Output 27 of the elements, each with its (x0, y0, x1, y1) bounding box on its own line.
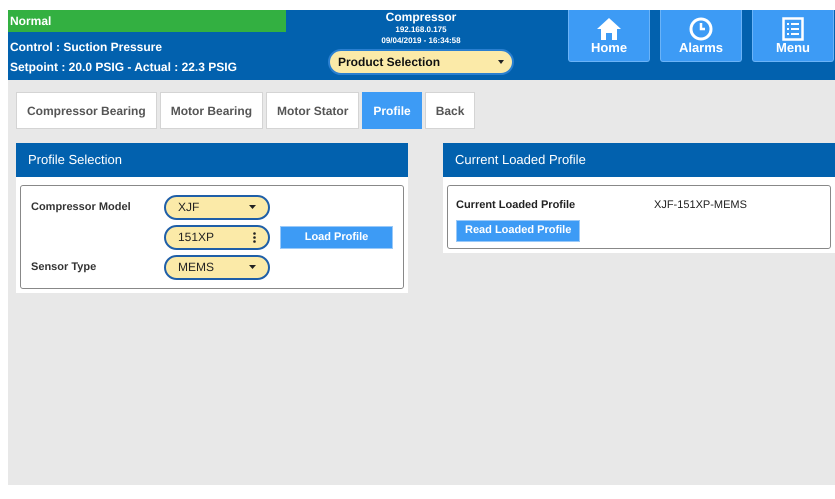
caret-icon (498, 60, 504, 64)
tab[interactable]: Compressor Bearing (16, 92, 157, 129)
number-spinner[interactable]: 151XP (164, 224, 270, 250)
date-time: 09/04/2019 - 16:34:58 (381, 36, 461, 46)
panel-header: Current Loaded Profile (443, 143, 835, 177)
caret-icon (249, 205, 256, 209)
status-bar: Normal (8, 10, 286, 32)
ip-address: 192.168.0.175 (395, 24, 447, 36)
home-icon (596, 16, 622, 40)
tab[interactable]: Motor Stator (266, 92, 360, 129)
panel-header: Profile Selection (16, 143, 408, 177)
setpoint-text: Setpoint : 20.0 PSIG - Actual : 22.3 PSIG (10, 59, 238, 76)
field-label: Sensor Type (31, 260, 96, 273)
field-label: Compressor Model (31, 200, 131, 213)
clock-icon (689, 16, 713, 40)
profile-value: XJF-151XP-MEMS (654, 198, 747, 213)
profile-label: Current Loaded Profile (456, 198, 576, 213)
dropdown[interactable]: XJF (164, 194, 270, 220)
tab[interactable]: Motor Bearing (160, 92, 264, 129)
control-text: Control : Suction Pressure (10, 39, 164, 56)
caret-icon (249, 265, 256, 269)
list-icon (782, 16, 804, 40)
product-selection-dropdown[interactable]: Product Selection (328, 49, 514, 75)
dropdown[interactable]: MEMS (164, 254, 270, 280)
tab[interactable]: Back (424, 92, 476, 129)
dots-icon (253, 232, 256, 242)
device-title: Compressor (386, 10, 456, 24)
